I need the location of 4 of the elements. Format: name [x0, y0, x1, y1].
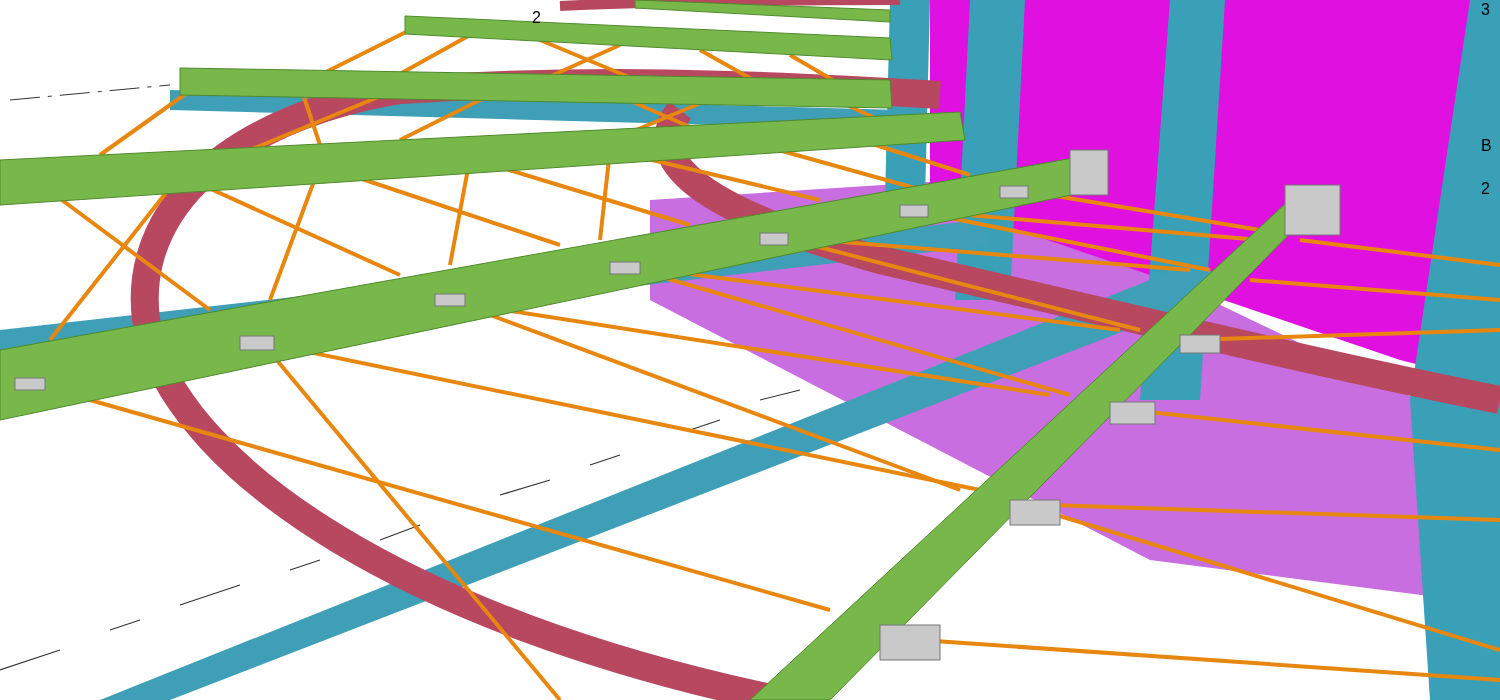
- grid-label: B: [1481, 138, 1492, 154]
- grid-label: 3: [1481, 2, 1490, 18]
- grid-label: 2: [532, 10, 541, 26]
- grid-label: 2: [1481, 181, 1490, 197]
